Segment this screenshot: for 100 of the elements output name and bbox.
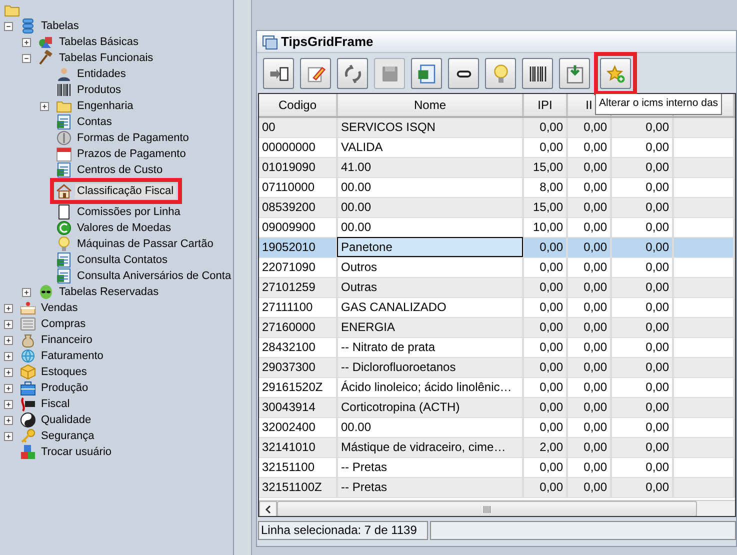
table-cell: 0,00	[567, 277, 611, 297]
table-cell: 29037300	[259, 357, 337, 377]
column-header[interactable]: Codigo	[259, 94, 337, 117]
table-cell: 0,00	[567, 397, 611, 417]
tree-item[interactable]: Comissões por Linha	[75, 206, 182, 218]
expand-toggle[interactable]	[22, 38, 31, 46]
table-cell: 0,00	[523, 357, 567, 377]
tree-item[interactable]: Produtos	[75, 84, 124, 96]
toolbar-button[interactable]	[263, 58, 294, 89]
table-cell: 0,00	[611, 197, 673, 217]
grip-icon	[483, 506, 491, 512]
table-cell: -- Pretas	[337, 477, 523, 497]
table-cell: 0,00	[523, 277, 567, 297]
tree-item[interactable]: Entidades	[75, 68, 128, 80]
expand-toggle[interactable]	[4, 22, 13, 30]
tree-item[interactable]: Engenharia	[75, 100, 136, 112]
tree-item[interactable]: Tabelas	[39, 20, 81, 32]
box-icon	[20, 364, 36, 380]
expand-toggle[interactable]	[4, 384, 13, 392]
table-cell: 0,00	[567, 437, 611, 457]
table-cell: 27160000	[259, 317, 337, 337]
expand-toggle[interactable]	[22, 54, 31, 62]
expand-toggle[interactable]	[4, 400, 13, 408]
tree-item[interactable]: Segurança	[39, 430, 96, 442]
table-cell: 0,00	[567, 477, 611, 497]
table-cell: 27101259	[259, 277, 337, 297]
tree-item[interactable]: Compras	[39, 318, 88, 330]
table-cell: 0,00	[523, 397, 567, 417]
scrollbar-thumb[interactable]	[277, 501, 697, 516]
expand-toggle[interactable]	[4, 304, 13, 312]
table-cell: 0,00	[611, 237, 673, 257]
tree-item[interactable]: Formas de Pagamento	[75, 132, 191, 144]
table-cell: 0,00	[567, 117, 611, 137]
tree-item[interactable]: Estoques	[39, 366, 89, 378]
tree-item[interactable]: Produção	[39, 382, 90, 394]
person-icon	[56, 66, 72, 82]
tree-item[interactable]: Contas	[75, 116, 114, 128]
column-header[interactable]: IPI	[523, 94, 567, 117]
scroll-left-button[interactable]	[259, 501, 277, 516]
table-cell: 0,00	[523, 117, 567, 137]
table-cell: 30043914	[259, 397, 337, 417]
tooltip: Alterar o icms interno das	[595, 94, 722, 115]
table-cell: Corticotropina (ACTH)	[337, 397, 523, 417]
table-cell: 0,00	[611, 277, 673, 297]
expand-toggle[interactable]	[4, 416, 13, 424]
globe-icon	[20, 348, 36, 364]
toolbar-button[interactable]	[448, 58, 479, 89]
tree-item[interactable]: Tabelas Reservadas	[57, 286, 161, 298]
expand-toggle[interactable]	[22, 288, 31, 296]
tree-item[interactable]: Trocar usuário	[39, 446, 114, 458]
table-cell: 0,00	[567, 157, 611, 177]
toolbar-button[interactable]	[522, 58, 553, 89]
expand-toggle[interactable]	[4, 432, 13, 440]
table-cell: 0,00	[611, 317, 673, 337]
spreadsheet-icon	[416, 64, 436, 84]
tree-item[interactable]: Vendas	[39, 302, 80, 314]
tree-item[interactable]: Valores de Moedas	[75, 222, 173, 234]
table-cell: 32151100Z	[259, 477, 337, 497]
house-icon	[56, 183, 72, 199]
table-cell: 0,00	[567, 357, 611, 377]
cake-icon	[20, 300, 36, 316]
tree-item[interactable]: Tabelas Funcionais	[57, 52, 156, 64]
expand-toggle[interactable]	[4, 352, 13, 360]
expand-toggle[interactable]	[4, 320, 13, 328]
tree-item[interactable]: Financeiro	[39, 334, 94, 346]
horizontal-scrollbar[interactable]	[259, 500, 735, 516]
tree-item[interactable]: Faturamento	[39, 350, 106, 362]
column-header[interactable]: Nome	[337, 94, 523, 117]
table-cell: 15,00	[523, 197, 567, 217]
coin-icon	[56, 220, 72, 236]
table-cell: 0,00	[611, 357, 673, 377]
status-bar-text: Linha selecionada: 7 de 1139	[258, 521, 428, 540]
tree-item[interactable]: Prazos de Pagamento	[75, 148, 188, 160]
tree-item[interactable]: Tabelas Básicas	[57, 36, 140, 48]
window-icon	[262, 34, 278, 50]
tree-item[interactable]: Consulta Aniversários de Conta	[75, 270, 233, 282]
calendar-icon	[56, 146, 72, 162]
table-cell: 0,00	[567, 197, 611, 217]
table-cell: 32141010	[259, 437, 337, 457]
yin-yang-icon	[20, 412, 36, 428]
expand-toggle[interactable]	[40, 102, 49, 110]
table-cell: 0,00	[611, 477, 673, 497]
table-cell: 0,00	[567, 317, 611, 337]
table-cell: 2,00	[523, 437, 567, 457]
table-cell: 41.00	[337, 157, 523, 177]
tree-item[interactable]: Máquinas de Passar Cartão	[75, 238, 216, 250]
tree-item[interactable]: Fiscal	[39, 398, 72, 410]
table-cell: 01019090	[259, 157, 337, 177]
table-cell: 15,00	[523, 157, 567, 177]
table-cell: 0,00	[523, 317, 567, 337]
tree-item[interactable]: Qualidade	[39, 414, 94, 426]
table-cell: 0,00	[611, 397, 673, 417]
recycle-arrows-icon	[342, 64, 362, 84]
tree-item[interactable]: Classificação Fiscal	[75, 184, 176, 198]
expand-toggle[interactable]	[4, 368, 13, 376]
tree-item[interactable]: Centros de Custo	[75, 164, 165, 176]
tree-item[interactable]: Consulta Contatos	[75, 254, 170, 266]
hammer-icon	[38, 50, 54, 66]
download-box-icon	[564, 64, 584, 84]
expand-toggle[interactable]	[4, 336, 13, 344]
